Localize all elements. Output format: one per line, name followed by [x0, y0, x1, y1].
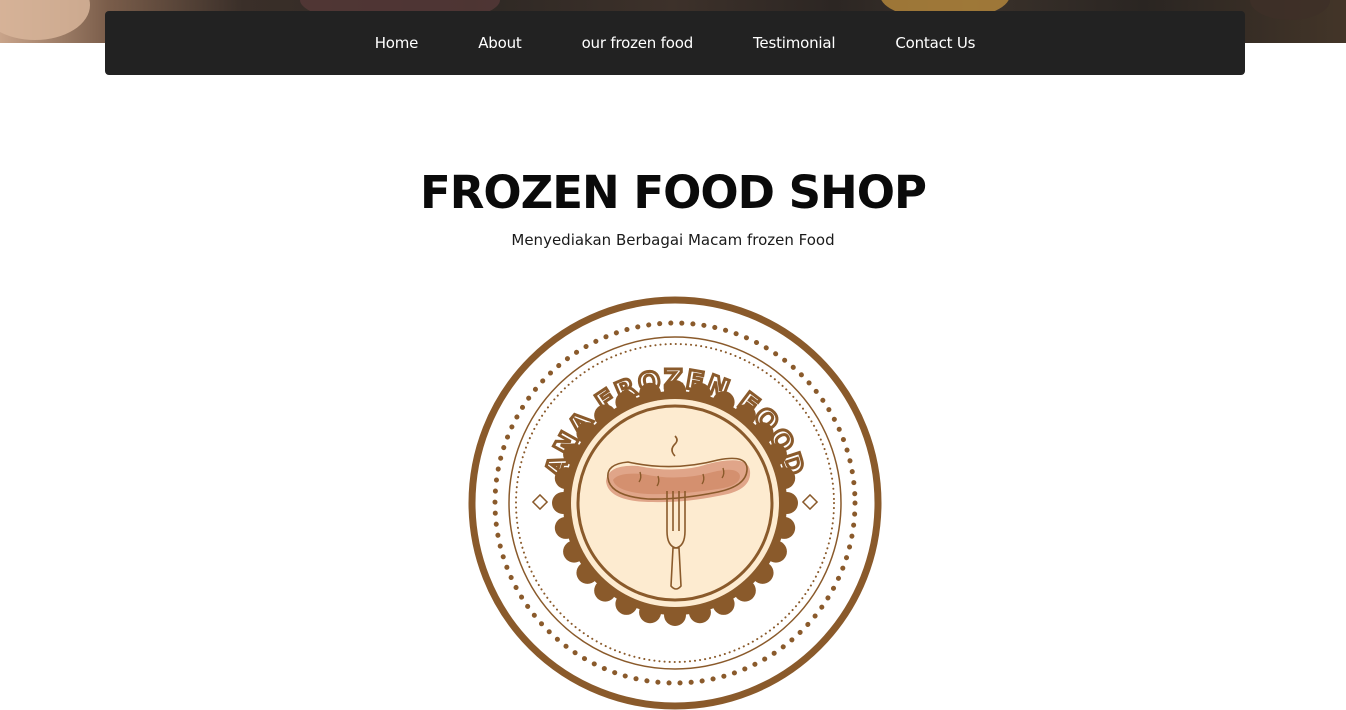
- ana-frozen-food-logo: ANA FROZEN FOOD: [468, 296, 882, 710]
- logo-emblem: ANA FROZEN FOOD: [468, 296, 882, 710]
- nav-contact-us[interactable]: Contact Us: [895, 34, 975, 52]
- nav-about[interactable]: About: [478, 34, 522, 52]
- main-navbar: Home About our frozen food Testimonial C…: [105, 11, 1245, 75]
- page-subtitle: Menyediakan Berbagai Macam frozen Food: [511, 231, 835, 249]
- nav-testimonial[interactable]: Testimonial: [753, 34, 836, 52]
- nav-home[interactable]: Home: [375, 34, 419, 52]
- page-title: FROZEN FOOD SHOP: [420, 166, 927, 219]
- nav-our-frozen-food[interactable]: our frozen food: [582, 34, 694, 52]
